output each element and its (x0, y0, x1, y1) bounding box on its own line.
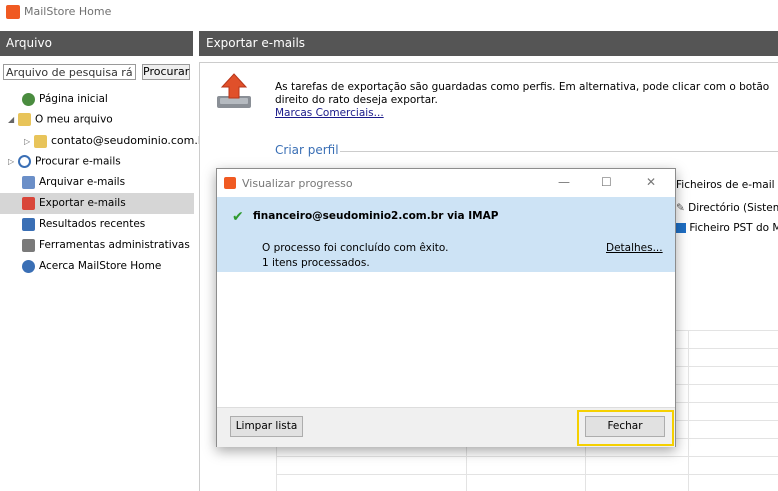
email-files-heading: Ficheiros de e-mail (676, 179, 775, 191)
details-link[interactable]: Detalhes... (606, 242, 663, 254)
folder-icon (34, 134, 47, 148)
account-label: financeiro@seudominio2.com.br via IMAP (253, 210, 499, 222)
sidebar-item-label: Ferramentas administrativas (39, 239, 190, 251)
sidebar-item-label: Exportar e-mails (39, 197, 126, 209)
collapsed-arrow-icon: ▷ (24, 136, 31, 146)
progress-dialog: Visualizar progresso — ☐ ✕ ✔ financeiro@… (216, 168, 676, 447)
export-description: As tarefas de exportação são guardadas c… (275, 81, 770, 106)
sidebar-item-export-emails[interactable]: Exportar e-mails (0, 193, 194, 214)
sidebar-item-label: Resultados recentes (39, 218, 146, 230)
grid-line (276, 456, 778, 457)
sidebar-item-label: O meu arquivo (35, 113, 113, 126)
sidebar-item-label: contato@seudominio.com.br (51, 134, 210, 147)
directory-option[interactable]: ✎ Directório (Sistema (676, 202, 778, 214)
grid-line (276, 474, 778, 475)
search-button[interactable]: Procurar (142, 64, 190, 80)
export-icon (22, 196, 35, 210)
sidebar-item-archive-emails[interactable]: Arquivar e-mails (0, 172, 194, 193)
results-icon (22, 217, 35, 231)
sidebar-item-home[interactable]: Página inicial (0, 89, 194, 110)
sidebar-item-search-emails[interactable]: ▷ Procurar e-mails (0, 151, 194, 172)
outlook-icon (676, 223, 686, 233)
collapsed-arrow-icon: ▷ (8, 157, 15, 166)
directory-icon: ✎ (676, 202, 685, 214)
tools-icon (22, 238, 35, 252)
expanded-arrow-icon: ◢ (8, 115, 15, 124)
sidebar-item-admin-tools[interactable]: Ferramentas administrativas (0, 235, 194, 256)
sidebar-item-label: Procurar e-mails (35, 155, 121, 168)
sidebar-item-label: Acerca MailStore Home (39, 260, 162, 272)
close-window-button[interactable]: ✕ (646, 175, 656, 189)
export-large-icon (217, 73, 251, 108)
divider (340, 151, 778, 152)
create-profile-heading: Criar perfil (275, 143, 339, 157)
option-label: Ficheiro PST do Mi (689, 222, 778, 234)
mailstore-logo-icon (6, 5, 20, 19)
processed-count: 1 itens processados. (262, 257, 370, 269)
minimize-button[interactable]: — (558, 175, 570, 189)
clear-list-button[interactable]: Limpar lista (230, 416, 303, 437)
dialog-title: Visualizar progresso (242, 177, 353, 190)
archive-icon (22, 175, 35, 189)
app-title: MailStore Home (24, 5, 112, 18)
success-check-icon: ✔ (232, 209, 244, 225)
close-button[interactable]: Fechar (585, 416, 665, 437)
sidebar-item-my-archive[interactable]: ◢ O meu arquivo (0, 109, 194, 130)
sidebar-item-recent-results[interactable]: Resultados recentes (0, 214, 194, 235)
sidebar-item-account-folder[interactable]: ▷ contato@seudominio.com.br (0, 130, 209, 151)
sidebar-item-about[interactable]: Acerca MailStore Home (0, 256, 194, 277)
mailstore-logo-icon (224, 177, 236, 189)
grid-line (688, 330, 689, 491)
page-title: Exportar e-mails (199, 31, 778, 56)
folder-icon (18, 113, 31, 126)
sidebar-item-label: Arquivar e-mails (39, 176, 126, 188)
progress-status-item: ✔ financeiro@seudominio2.com.br via IMAP… (217, 197, 675, 272)
trademarks-link[interactable]: Marcas Comerciais... (275, 107, 384, 119)
search-icon (18, 155, 31, 168)
quick-search-input[interactable] (3, 64, 136, 80)
pst-file-option[interactable]: Ficheiro PST do Mi (676, 222, 778, 234)
sidebar-header: Arquivo (0, 31, 193, 56)
home-icon (22, 92, 35, 106)
sidebar-item-label: Página inicial (39, 93, 108, 105)
dialog-footer: Limpar lista Fechar (217, 407, 675, 447)
option-label: Directório (Sistema (688, 202, 778, 214)
result-message: O processo foi concluído com êxito. (262, 242, 449, 254)
info-icon (22, 259, 35, 273)
maximize-button[interactable]: ☐ (601, 175, 612, 189)
app-title-bar: MailStore Home (0, 0, 778, 26)
dialog-title-bar: Visualizar progresso — ☐ ✕ (217, 169, 675, 197)
